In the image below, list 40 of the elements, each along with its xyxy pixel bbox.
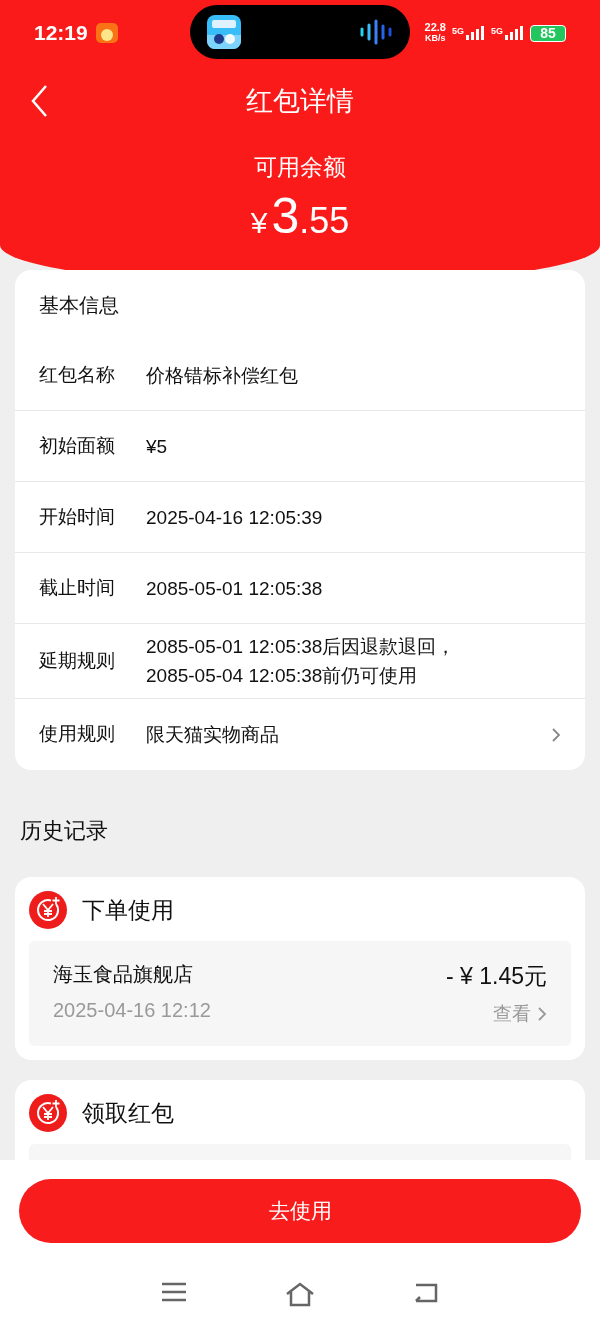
- entry-amount: - ¥ 1.45元: [446, 962, 547, 991]
- coin-icon: [29, 891, 67, 929]
- balance-label: 可用余额: [254, 153, 346, 182]
- network-type: 5G: [491, 26, 503, 36]
- signal-icon: [465, 26, 485, 40]
- group-title: 领取红包: [82, 1098, 174, 1128]
- field-label: 截止时间: [39, 575, 116, 600]
- field-label: 使用规则: [39, 722, 116, 747]
- signal-icon: [504, 26, 524, 40]
- menu-icon[interactable]: [160, 1281, 188, 1303]
- use-button[interactable]: 去使用: [19, 1179, 581, 1243]
- entry-time: 2025-04-16 12:12: [53, 998, 211, 1023]
- group-title: 下单使用: [82, 895, 174, 925]
- field-value: 价格错标补偿红包: [146, 363, 299, 388]
- field-value: 2025-04-16 12:05:39: [146, 505, 324, 530]
- balance-amount: ¥3.55: [250, 186, 350, 246]
- speed-unit: KB/s: [425, 33, 446, 44]
- shop-name: 海玉食品旗舰店: [53, 962, 194, 987]
- section-title: 基本信息: [38, 293, 120, 318]
- field-value: 2085-05-01 12:05:38: [146, 576, 324, 601]
- field-value: 限天猫实物商品: [146, 723, 280, 747]
- audio-wave-icon: [359, 19, 393, 45]
- view-link[interactable]: 查看: [493, 999, 547, 1028]
- field-label: 延期规则: [39, 648, 116, 673]
- field-value: 2085-05-01 12:05:38后因退款退回， 2085-05-04 12:05:38前仍可使用: [146, 635, 457, 688]
- field-label: 红包名称: [39, 362, 116, 387]
- page-title: 红包详情: [246, 84, 354, 118]
- chevron-icon[interactable]: [551, 726, 561, 743]
- coin-icon: [29, 1094, 67, 1132]
- network-type: 5G: [451, 26, 464, 36]
- battery-indicator: 85: [530, 24, 566, 42]
- status-time: 12:19: [34, 20, 88, 47]
- network-speed: 22.8: [424, 22, 446, 33]
- field-label: 开始时间: [39, 504, 116, 529]
- field-value: ¥5: [146, 434, 169, 459]
- field-label: 初始面额: [39, 433, 116, 458]
- app-icon: [95, 23, 118, 43]
- home-icon[interactable]: [284, 1281, 316, 1307]
- chevron-icon: [537, 1005, 547, 1022]
- section-title: 历史记录: [19, 817, 109, 845]
